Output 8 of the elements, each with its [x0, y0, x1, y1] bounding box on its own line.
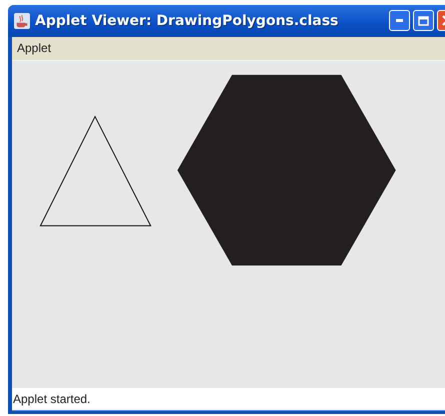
- window-title: Applet Viewer: DrawingPolygons.class: [35, 12, 340, 29]
- minimize-button[interactable]: [389, 10, 410, 32]
- menu-item[interactable]: Applet: [17, 41, 52, 56]
- maximize-icon: [418, 16, 429, 26]
- coffee-cup-icon: [14, 12, 30, 29]
- status-text: Applet started.: [12, 392, 90, 406]
- maximize-button[interactable]: [413, 10, 434, 32]
- minimize-icon: [396, 19, 403, 22]
